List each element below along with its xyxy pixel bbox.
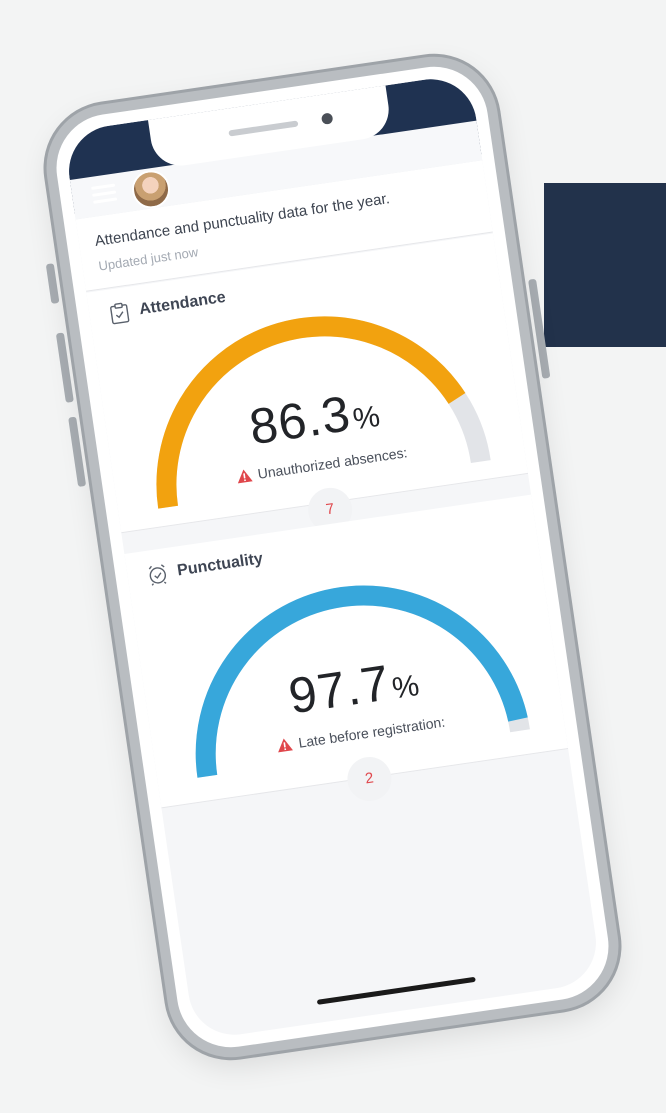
speaker-grille	[228, 120, 299, 137]
clipboard-check-icon	[110, 302, 130, 325]
background-navy-block	[544, 183, 666, 347]
home-indicator[interactable]	[316, 976, 476, 1005]
attendance-title: Attendance	[138, 288, 227, 319]
app-screen: Attendance and punctuality data for the …	[62, 73, 603, 1041]
mute-switch	[45, 263, 60, 304]
updated-status: Updated just now	[97, 244, 200, 274]
warning-triangle-icon	[278, 738, 294, 753]
punctuality-card[interactable]: Punctuality 97.7% Late before registrati…	[124, 494, 569, 809]
punctuality-gauge: 97.7% Late before registration: 2	[163, 558, 541, 804]
alarm-clock-check-icon	[148, 564, 167, 586]
attendance-gauge: 86.3% Unauthorized absences: 7	[123, 289, 501, 535]
punctuality-title: Punctuality	[176, 550, 264, 580]
hamburger-menu-icon[interactable]	[91, 183, 118, 205]
warning-triangle-icon	[237, 469, 253, 484]
front-camera	[320, 112, 334, 125]
phone-mockup: Attendance and punctuality data for the …	[37, 48, 628, 1066]
